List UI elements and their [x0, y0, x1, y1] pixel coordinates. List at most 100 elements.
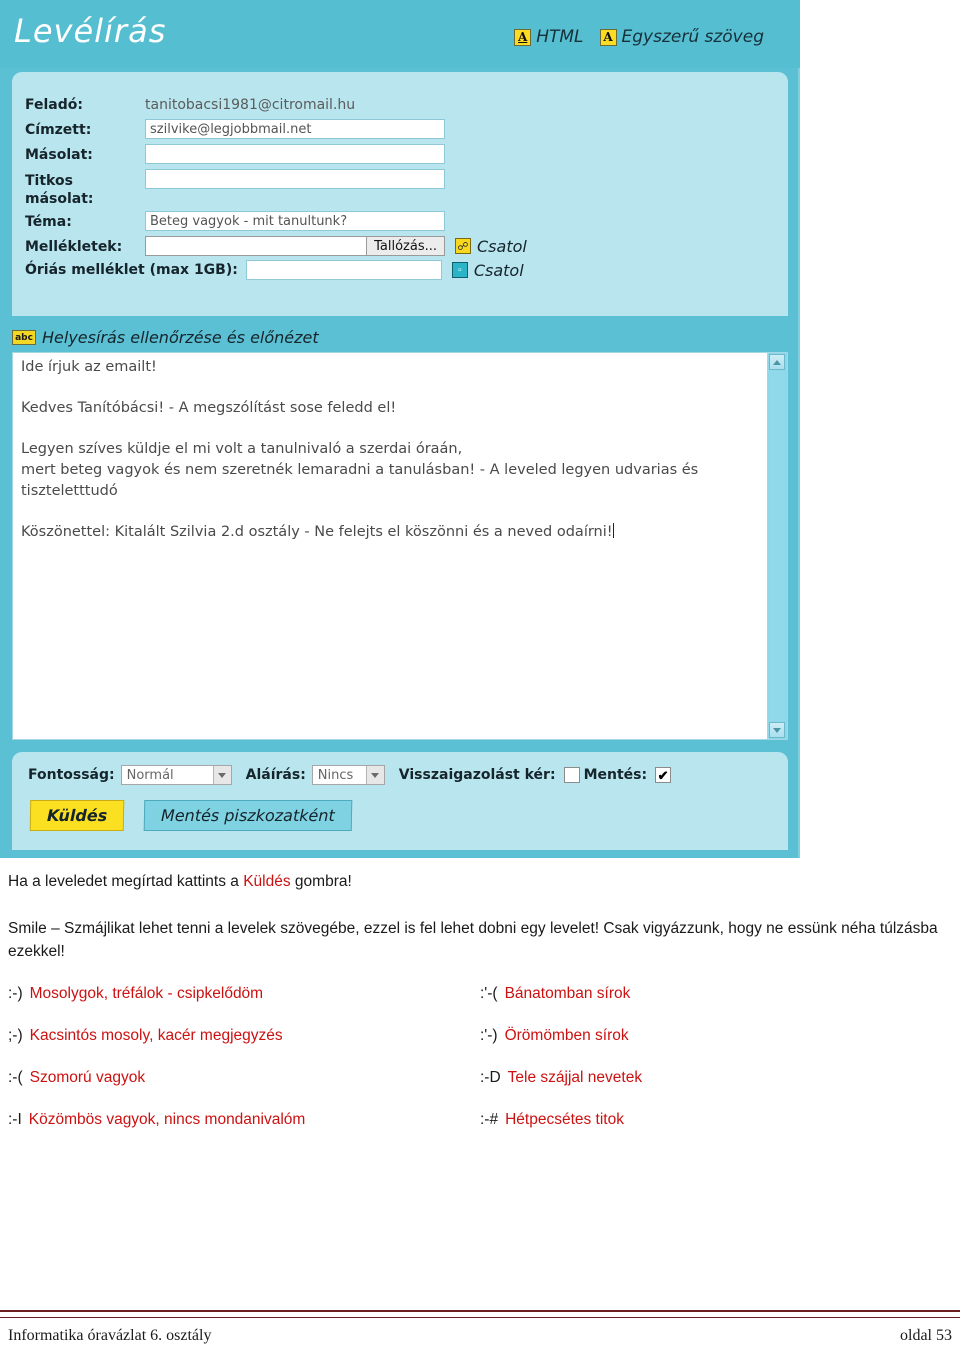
a-underlined-icon: A — [514, 28, 532, 46]
field-row-from: Feladó: tanitobacsi1981@citromail.hu — [25, 94, 765, 116]
receipt-checkbox[interactable] — [563, 767, 580, 783]
editor-scrollbar[interactable] — [767, 353, 787, 739]
cc-input[interactable] — [145, 144, 445, 164]
field-row-subject: Téma: — [25, 211, 765, 233]
page-title: Levélírás — [14, 12, 167, 50]
app-header: Levélírás A HTML A Egyszerű szöveg — [0, 0, 800, 68]
emoticon-cell: ;-) Kacsintós mosoly, kacér megjegyzés — [8, 1027, 480, 1045]
from-value: tanitobacsi1981@citromail.hu — [145, 97, 356, 113]
emoticon-row: ;-) Kacsintós mosoly, kacér megjegyzés :… — [8, 1027, 952, 1045]
bcc-label: Titkos másolat: — [25, 169, 145, 208]
subject-label: Téma: — [25, 214, 72, 230]
save-checkbox[interactable]: ✔ — [655, 767, 672, 783]
signature-label: Aláírás: — [245, 767, 306, 783]
compose-form-panel: Feladó: tanitobacsi1981@citromail.hu Cím… — [12, 72, 788, 316]
attach-action-button[interactable]: ☍ Csatol — [455, 237, 527, 256]
instruction-paragraph-2: Smile – Szmájlikat lehet tenni a levelek… — [8, 920, 938, 960]
signature-chevron-down-icon — [365, 766, 384, 784]
save-draft-button[interactable]: Mentés piszkozatként — [143, 800, 353, 831]
page-footer: Informatika óravázlat 6. osztály oldal 5… — [8, 1327, 952, 1345]
emoticon-symbol: :-( — [8, 1069, 23, 1086]
chevron-down-icon — [773, 727, 781, 733]
document-body: Ha a leveledet megírtad kattints a Küldé… — [8, 870, 952, 963]
spellcheck-button[interactable]: abc Helyesírás ellenőrzése és előnézet — [12, 328, 319, 347]
body-line-1: Ide írjuk az emailt! — [21, 359, 157, 375]
compose-mode-switch: A HTML A Egyszerű szöveg — [514, 27, 764, 47]
attachment-file-input[interactable]: Tallózás... — [145, 236, 445, 256]
emoticon-row: :-I Közömbös vagyok, nincs mondanivalóm … — [8, 1111, 952, 1129]
instruction-1-before: Ha a leveledet megírtad kattints a — [8, 873, 244, 890]
briefcase-icon: ▫ — [451, 262, 468, 278]
bcc-input[interactable] — [145, 169, 445, 189]
emoticon-row: :-) Mosolygok, tréfálok - csipkelődöm :'… — [8, 985, 952, 1003]
to-input[interactable] — [145, 119, 445, 139]
footer-divider — [0, 1310, 960, 1318]
bcc-label-line2: másolat: — [25, 191, 94, 207]
compose-options-panel: Fontosság: Normál Aláírás: Nincs Visszai… — [12, 752, 788, 850]
emoticon-symbol: :-) — [8, 985, 23, 1002]
emoticon-symbol: :'-( — [480, 985, 498, 1002]
mode-plaintext[interactable]: A Egyszerű szöveg — [599, 27, 764, 47]
priority-chevron-down-icon — [212, 766, 231, 784]
scrollbar-track[interactable] — [769, 371, 785, 721]
big-attachment-input[interactable] — [245, 260, 442, 280]
body-line-4-text: Köszönettel: Kitalált Szilvia 2.d osztál… — [21, 524, 613, 540]
emoticon-symbol: ;-) — [8, 1027, 23, 1044]
emoticon-cell: :-( Szomorú vagyok — [8, 1069, 480, 1087]
mode-html[interactable]: A HTML — [514, 27, 584, 47]
signature-select[interactable]: Nincs — [311, 765, 385, 785]
emoticon-symbol: :-I — [8, 1111, 22, 1128]
a-plain-icon: A — [599, 28, 617, 46]
field-row-bcc: Titkos másolat: — [25, 169, 765, 208]
emoticon-table: :-) Mosolygok, tréfálok - csipkelődöm :'… — [8, 985, 952, 1153]
send-button[interactable]: Küldés — [29, 800, 125, 831]
priority-select[interactable]: Normál — [120, 765, 232, 785]
big-attach-action-button[interactable]: ▫ Csatol — [451, 260, 524, 280]
emoticon-cell: :-D Tele szájjal nevetek — [480, 1069, 952, 1087]
big-attach-action-label: Csatol — [473, 260, 524, 280]
to-label: Címzett: — [25, 122, 92, 138]
field-row-to: Címzett: — [25, 119, 765, 141]
send-button-mention: Küldés — [243, 873, 291, 890]
emoticon-cell: :'-( Bánatomban sírok — [480, 985, 952, 1003]
field-row-big-attachment: Óriás melléklet (max 1GB): ▫ Csatol — [25, 260, 765, 280]
from-label: Feladó: — [25, 97, 83, 113]
emoticon-description: Közömbös vagyok, nincs mondanivalóm — [28, 1111, 306, 1128]
spellcheck-icon: abc — [12, 330, 36, 345]
paperclip-icon: ☍ — [455, 238, 471, 254]
emoticon-description: Kacsintós mosoly, kacér megjegyzés — [29, 1027, 283, 1044]
emoticon-description: Hétpecsétes titok — [505, 1111, 624, 1128]
message-body-text[interactable]: Ide írjuk az emailt! Kedves Tanítóbácsi!… — [13, 353, 767, 739]
scroll-up-button[interactable] — [769, 354, 785, 370]
emoticon-cell: :-) Mosolygok, tréfálok - csipkelődöm — [8, 985, 480, 1003]
emoticon-cell: :'-) Örömömben sírok — [480, 1027, 952, 1045]
emoticon-description: Tele szájjal nevetek — [507, 1069, 643, 1086]
cc-label: Másolat: — [25, 147, 93, 163]
text-caret — [612, 523, 614, 538]
mode-html-label: HTML — [536, 27, 584, 47]
save-label: Mentés: — [583, 767, 648, 783]
instruction-paragraph-1: Ha a leveledet megírtad kattints a Küldé… — [8, 870, 952, 893]
message-body-editor[interactable]: Ide írjuk az emailt! Kedves Tanítóbácsi!… — [12, 352, 788, 740]
attachments-label: Mellékletek: — [25, 239, 123, 255]
browse-button[interactable]: Tallózás... — [366, 237, 444, 255]
scroll-down-button[interactable] — [769, 722, 785, 738]
emoticon-cell: :-I Közömbös vagyok, nincs mondanivalóm — [8, 1111, 480, 1129]
emoticon-symbol: :-# — [480, 1111, 499, 1128]
emoticon-description: Örömömben sírok — [504, 1027, 629, 1044]
field-row-cc: Másolat: — [25, 144, 765, 166]
big-attachment-label: Óriás melléklet (max 1GB): — [25, 262, 238, 278]
priority-select-value: Normál — [126, 767, 174, 783]
receipt-label: Visszaigazolást kér: — [398, 767, 556, 783]
footer-left-text: Informatika óravázlat 6. osztály — [8, 1327, 212, 1344]
spellcheck-label: Helyesírás ellenőrzése és előnézet — [42, 328, 319, 347]
footer-page-number: oldal 53 — [900, 1327, 952, 1344]
emoticon-description: Szomorú vagyok — [29, 1069, 146, 1086]
signature-select-value: Nincs — [317, 767, 354, 783]
subject-input[interactable] — [145, 211, 445, 231]
body-line-3a: Legyen szíves küldje el mi volt a tanuln… — [21, 441, 463, 457]
body-line-4: Köszönettel: Kitalált Szilvia 2.d osztál… — [21, 522, 759, 543]
body-line-2: Kedves Tanítóbácsi! - A megszólítást sos… — [21, 400, 397, 416]
field-row-attachments: Mellékletek: Tallózás... ☍ Csatol — [25, 236, 765, 256]
